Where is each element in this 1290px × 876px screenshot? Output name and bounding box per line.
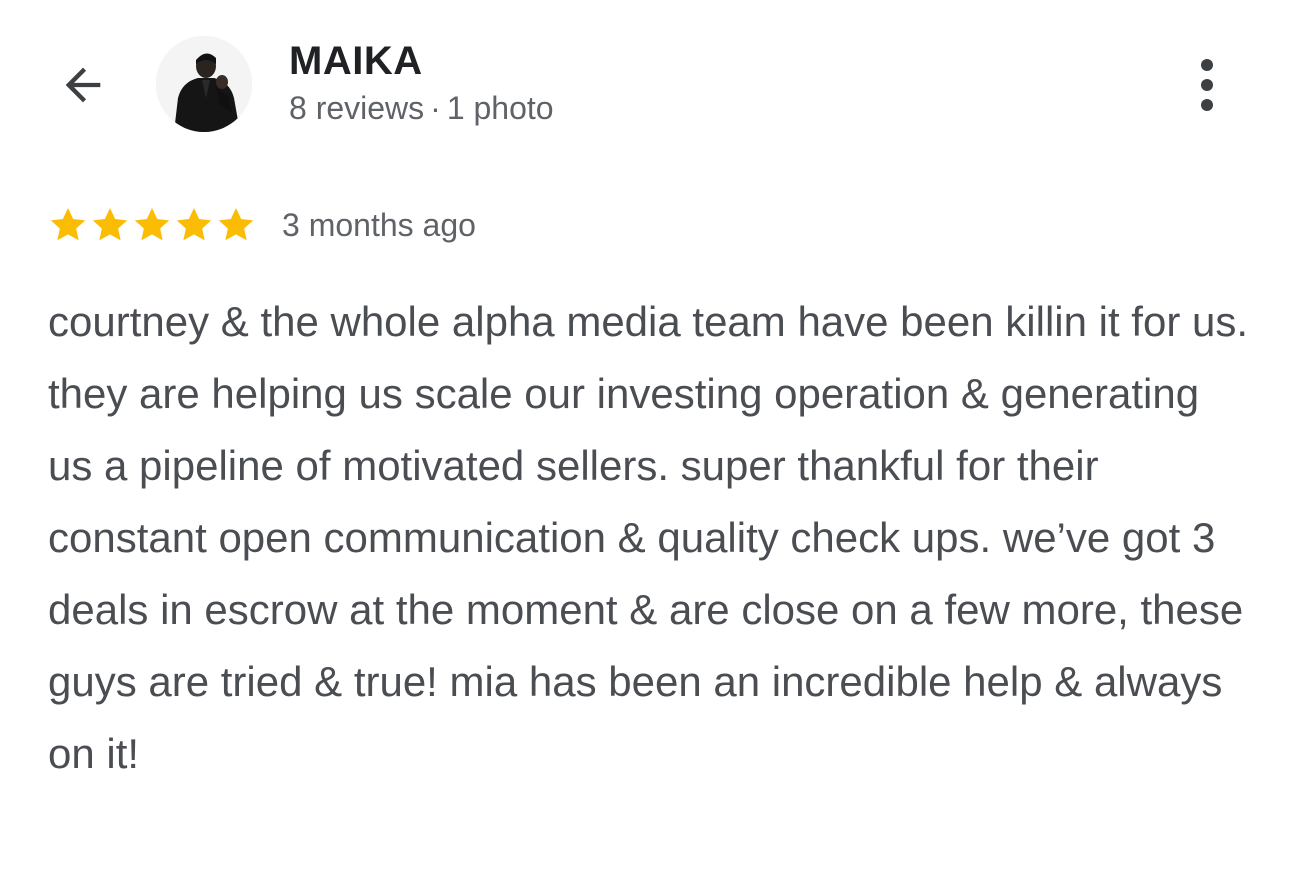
avatar[interactable] — [156, 36, 252, 132]
reviews-count: 8 reviews — [289, 90, 425, 126]
star-rating — [48, 205, 258, 245]
reviewer-stats: 8 reviews · 1 photo — [289, 88, 554, 128]
more-vertical-icon — [1201, 59, 1213, 111]
photos-count: 1 photo — [446, 90, 554, 126]
star-icon — [218, 208, 254, 241]
arrow-left-icon — [65, 67, 101, 103]
reviewer-photo — [156, 36, 252, 132]
star-icon — [50, 208, 86, 241]
star-icon — [92, 208, 128, 241]
meta-separator: · — [430, 90, 441, 126]
more-options-button[interactable] — [1180, 52, 1234, 118]
star-icon — [176, 208, 212, 241]
rating-row: 3 months ago — [48, 200, 476, 250]
review-detail-page: MAIKA 8 reviews · 1 photo 3 months ago cou… — [0, 0, 1290, 876]
review-time: 3 months ago — [282, 207, 476, 243]
reviewer-header: MAIKA 8 reviews · 1 photo — [0, 0, 1290, 170]
review-text: courtney & the whole alpha media team ha… — [48, 298, 1249, 777]
star-icon — [134, 208, 170, 241]
back-button[interactable] — [50, 52, 116, 118]
reviewer-name[interactable]: MAIKA — [289, 38, 423, 84]
